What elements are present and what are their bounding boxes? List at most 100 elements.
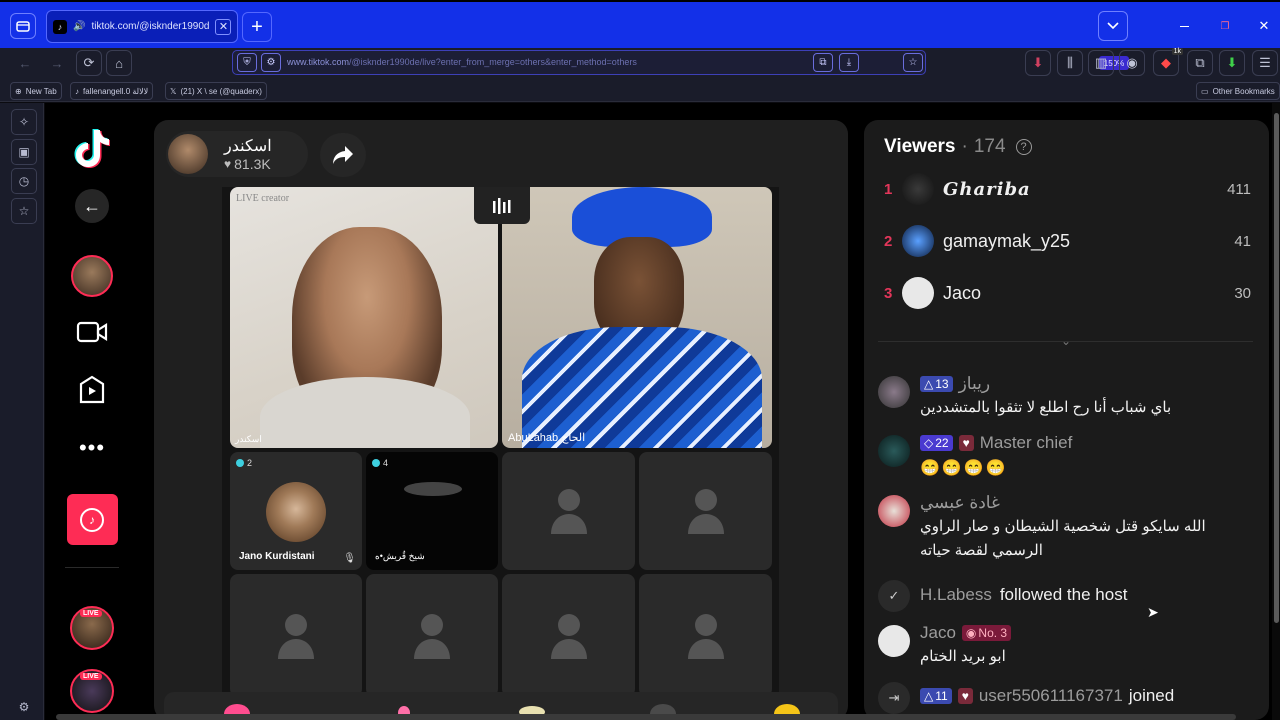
permissions-icon[interactable]: ⚙ bbox=[261, 53, 281, 72]
heart-icon: ♥ bbox=[224, 157, 232, 171]
menu-icon[interactable]: ☰ bbox=[1252, 50, 1278, 76]
bookmarks-star-icon[interactable]: ☆ bbox=[11, 198, 37, 224]
profile-avatar[interactable] bbox=[45, 255, 139, 297]
bookmark-x[interactable]: 𝕏 (21) X \ se (@quaderx) bbox=[165, 82, 267, 100]
more-icon[interactable]: ••• bbox=[45, 435, 139, 461]
page-scrollbar-thumb[interactable] bbox=[1274, 113, 1279, 623]
chevron-down-icon[interactable] bbox=[1098, 11, 1128, 41]
forward-icon[interactable]: → bbox=[44, 50, 70, 76]
chat-username[interactable]: غادة عبسي bbox=[920, 493, 1000, 513]
top-viewer-1[interactable]: 1 Ghariba 411 bbox=[884, 171, 1254, 207]
chat-avatar[interactable] bbox=[878, 625, 910, 657]
other-bookmarks-label: Other Bookmarks bbox=[1212, 86, 1275, 96]
library-icon[interactable]: ⫼ bbox=[1057, 50, 1083, 76]
back-arrow-button[interactable]: ← bbox=[45, 189, 139, 223]
reload-icon[interactable]: ⟳ bbox=[76, 50, 102, 76]
chat-message: غادة عبسي الله سايكو قتل شخصية الشيطان و… bbox=[878, 493, 1258, 565]
bookmark-tiktok[interactable]: ♪ fallenangell.0 لالالة bbox=[70, 82, 154, 100]
help-icon[interactable]: ? bbox=[1015, 139, 1032, 155]
close-window-icon[interactable]: ✕ bbox=[1252, 16, 1276, 36]
empty-user-icon bbox=[550, 613, 587, 659]
guest-tile-sheikh[interactable]: 4 شيخ قُريش•ه bbox=[366, 452, 498, 570]
viewer-rank: 1 bbox=[884, 180, 893, 198]
viewers-panel: Viewers · 174 ? 1 Ghariba 411 2 gamaymak… bbox=[864, 120, 1269, 720]
top-viewer-3[interactable]: 3 Jaco 30 bbox=[884, 275, 1254, 311]
minimize-icon[interactable] bbox=[1172, 16, 1196, 36]
top-viewer-2[interactable]: 2 gamaymak_y25 41 bbox=[884, 223, 1254, 259]
empty-user-icon bbox=[687, 489, 724, 534]
video-camera-icon[interactable] bbox=[45, 321, 139, 343]
tab-close-icon[interactable]: ✕ bbox=[215, 18, 232, 35]
extension-adblock-icon[interactable]: ◆ 1k bbox=[1153, 48, 1183, 76]
chat-header: △ 13 ريباز bbox=[920, 374, 990, 394]
extensions-icon[interactable]: ⧉ bbox=[1187, 50, 1213, 76]
chat-username[interactable]: Master chief bbox=[980, 433, 1073, 453]
live-avatar-2[interactable]: LIVE bbox=[45, 669, 139, 713]
guest-tile-jano[interactable]: 2 Jano Kurdistani 🎙 bbox=[230, 452, 362, 570]
share-button[interactable] bbox=[320, 133, 366, 177]
tiktok-logo-icon[interactable] bbox=[45, 128, 139, 168]
history-icon[interactable]: ◷ bbox=[11, 168, 37, 194]
viewer-rank: 3 bbox=[884, 284, 893, 302]
bookmark-star-icon[interactable]: ☆ bbox=[903, 53, 923, 72]
level-icon: ◇ bbox=[924, 436, 934, 450]
viewer-avatar bbox=[902, 173, 934, 205]
other-bookmarks[interactable]: ▭ Other Bookmarks bbox=[1196, 82, 1280, 100]
pocket-icon[interactable]: ⬇ bbox=[1025, 50, 1051, 76]
url-bar[interactable]: ⛨ ⚙ www.tiktok.com/@isknder1990de/live?e… bbox=[232, 50, 1129, 75]
horizontal-scrollbar[interactable] bbox=[56, 714, 1236, 720]
chat-follow-event: ✓ H.Labess followed the host bbox=[878, 580, 1258, 612]
host-avatar bbox=[168, 134, 208, 174]
tiktok-nav: ← ••• ♪ LIVE LIVE bbox=[45, 103, 139, 720]
go-live-button[interactable]: ♪ bbox=[45, 494, 139, 545]
empty-seat[interactable] bbox=[502, 452, 635, 570]
host-info[interactable]: اسكندر ♥ 81.3K bbox=[166, 131, 308, 177]
back-icon[interactable]: ← bbox=[12, 50, 38, 76]
account-icon[interactable]: ◉ bbox=[1119, 50, 1145, 76]
live-creator-label: LIVE creator bbox=[236, 193, 290, 204]
home-icon[interactable]: ⌂ bbox=[106, 50, 132, 76]
chat-username[interactable]: Jaco bbox=[920, 623, 956, 643]
empty-user-icon bbox=[550, 489, 587, 534]
guest-jacket bbox=[522, 327, 762, 448]
chat-text: الله سايكو قتل شخصية الشيطان و صار الراو… bbox=[920, 518, 1206, 535]
audio-bars-icon[interactable] bbox=[474, 187, 530, 224]
save-icon[interactable]: ▣ bbox=[11, 139, 37, 165]
join-icon: ⇥ bbox=[878, 682, 910, 714]
explore-play-icon[interactable] bbox=[45, 375, 139, 405]
settings-gear-icon[interactable]: ⚙ bbox=[11, 694, 37, 720]
chat-username[interactable]: ريباز bbox=[959, 374, 990, 394]
empty-seat[interactable] bbox=[230, 574, 362, 697]
empty-seat[interactable] bbox=[639, 574, 772, 697]
live-avatar-1[interactable]: LIVE bbox=[45, 606, 139, 650]
viewer-avatar bbox=[902, 277, 934, 309]
empty-seat[interactable] bbox=[639, 452, 772, 570]
chat-avatar[interactable] bbox=[878, 435, 910, 467]
sidebar-toggle-icon[interactable]: ▥ bbox=[1088, 50, 1114, 76]
maximize-icon[interactable]: ❐ bbox=[1213, 16, 1237, 36]
active-tab[interactable]: ♪ 🔊 tiktok.com/@isknder1990de/live? ✕ bbox=[46, 10, 238, 43]
shield-icon[interactable]: ⛨ bbox=[237, 53, 257, 72]
download-icon[interactable]: ⬇ bbox=[1219, 50, 1245, 76]
chat-avatar[interactable] bbox=[878, 495, 910, 527]
speaker-icon[interactable]: 🔊 bbox=[73, 21, 85, 32]
bookmark-new-tab[interactable]: ⊕ New Tab bbox=[10, 82, 62, 100]
guest-video-tile[interactable]: AbuLahab الحاج bbox=[502, 187, 772, 448]
host-video-tile[interactable]: LIVE creator اسكندر bbox=[230, 187, 498, 448]
empty-seat[interactable] bbox=[366, 574, 498, 697]
empty-seat[interactable] bbox=[502, 574, 635, 697]
chat-username[interactable]: H.Labess bbox=[920, 585, 992, 605]
sparkle-icon[interactable]: ✧ bbox=[11, 109, 37, 135]
picture-in-picture-icon[interactable]: ⧉ bbox=[813, 53, 833, 72]
download-page-icon[interactable]: ⤓ bbox=[839, 53, 859, 72]
chat-avatar[interactable] bbox=[878, 376, 910, 408]
bookmark-label: (21) X \ se (@quaderx) bbox=[180, 86, 262, 96]
chat-username[interactable]: user550611167371 bbox=[979, 686, 1123, 706]
viewer-score: 41 bbox=[1234, 232, 1251, 250]
count-value: 2 bbox=[247, 458, 253, 468]
tab-overview-icon[interactable] bbox=[10, 13, 36, 39]
tab-title: tiktok.com/@isknder1990de/live? bbox=[91, 21, 210, 32]
chat-header: ◇ 22 ♥ Master chief bbox=[920, 433, 1072, 453]
expand-chevron-icon[interactable]: ⌄ bbox=[1058, 334, 1074, 348]
new-tab-button[interactable]: + bbox=[242, 12, 272, 42]
